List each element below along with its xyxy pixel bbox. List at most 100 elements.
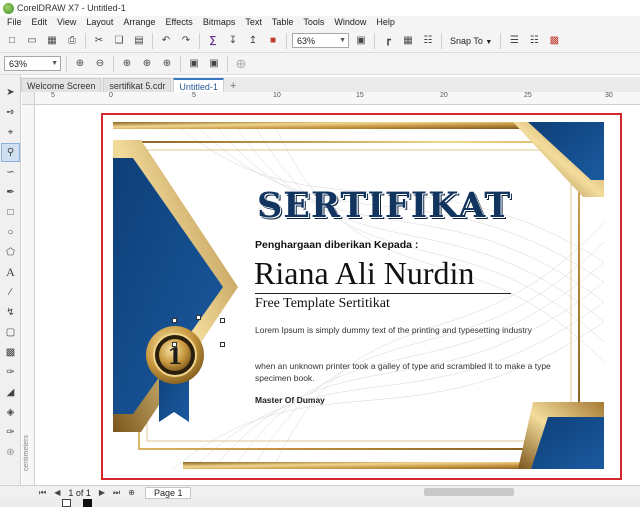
- previous-page-icon[interactable]: ◀: [50, 488, 64, 497]
- template-subtitle[interactable]: Free Template Sertitikat: [255, 296, 390, 312]
- print-icon[interactable]: ⎙: [63, 32, 81, 50]
- artistic-media-icon[interactable]: ✒: [1, 183, 20, 202]
- search-content-icon[interactable]: ∑: [204, 32, 222, 50]
- menu-effects[interactable]: Effects: [160, 16, 197, 29]
- show-grid-icon[interactable]: ▦: [399, 32, 417, 50]
- certificate[interactable]: 1 SERTIFIKAT Penghargaan diberikan Kepad…: [113, 122, 604, 469]
- smart-fill-icon[interactable]: ◈: [1, 403, 20, 422]
- certificate-subtitle[interactable]: Penghargaan diberikan Kepada :: [255, 239, 418, 251]
- menu-tools[interactable]: Tools: [298, 16, 329, 29]
- tab-untitled-1[interactable]: Untitled-1: [173, 78, 224, 92]
- signer-name[interactable]: Master Of Dumay: [255, 395, 325, 405]
- page-1-tab[interactable]: Page 1: [144, 486, 192, 499]
- tab-welcome-screen[interactable]: Welcome Screen: [21, 78, 102, 92]
- zoom-to-height-icon[interactable]: ▣: [205, 55, 223, 73]
- freehand-icon[interactable]: ∽: [1, 163, 20, 182]
- first-page-icon[interactable]: ⏮: [35, 488, 50, 498]
- menu-edit[interactable]: Edit: [27, 16, 53, 29]
- toolbar-separator: [374, 32, 375, 49]
- zoom-levels-combo[interactable]: 63% ▼: [292, 33, 349, 48]
- zoom-combo[interactable]: 63% ▼: [4, 56, 61, 71]
- menu-file[interactable]: File: [2, 16, 27, 29]
- menu-text[interactable]: Text: [240, 16, 267, 29]
- new-document-icon[interactable]: □: [3, 32, 21, 50]
- menu-layout[interactable]: Layout: [81, 16, 118, 29]
- fill-color-swatch[interactable]: [62, 499, 71, 507]
- add-tool-icon[interactable]: ⊕: [1, 443, 20, 462]
- standard-toolbar: □ ▭ ▦ ⎙ ✂ ❏ ▤ ↶ ↷ ∑ ↧ ↥ ■ 63% ▼ ▣ ┏ ▦ ☷ …: [0, 29, 640, 53]
- export-icon[interactable]: ↥: [244, 32, 262, 50]
- selection-handle[interactable]: [220, 318, 225, 323]
- publish-pdf-icon[interactable]: ■: [264, 32, 282, 50]
- welcome-screen-icon[interactable]: ▩: [545, 32, 563, 50]
- menu-table[interactable]: Table: [267, 16, 299, 29]
- menu-help[interactable]: Help: [371, 16, 400, 29]
- drawing-canvas[interactable]: 1 SERTIFIKAT Penghargaan diberikan Kepad…: [35, 105, 640, 485]
- show-rulers-icon[interactable]: ┏: [379, 32, 397, 50]
- zoom-to-selected-icon[interactable]: ⊕: [118, 55, 136, 73]
- connector-icon[interactable]: ↯: [1, 303, 20, 322]
- drop-shadow-icon[interactable]: ▢: [1, 323, 20, 342]
- vertical-ruler[interactable]: centimeters: [22, 105, 35, 490]
- selection-handle[interactable]: [172, 342, 177, 347]
- text-icon[interactable]: A: [1, 263, 20, 282]
- polygon-icon[interactable]: ⬠: [1, 243, 20, 262]
- zoom-in-icon[interactable]: ⊕: [71, 55, 89, 73]
- full-screen-preview-icon[interactable]: ▣: [352, 32, 370, 50]
- transparency-icon[interactable]: ▩: [1, 343, 20, 362]
- horizontal-scrollbar-thumb[interactable]: [424, 488, 514, 496]
- show-guidelines-icon[interactable]: ☷: [419, 32, 437, 50]
- horizontal-ruler[interactable]: 5 0 5 10 15 20 25 30: [35, 92, 640, 105]
- next-page-icon[interactable]: ▶: [95, 488, 109, 497]
- outline-pen-icon[interactable]: ✑: [1, 423, 20, 442]
- application-launcher-icon[interactable]: ☷: [525, 32, 543, 50]
- menu-window[interactable]: Window: [329, 16, 371, 29]
- rectangle-icon[interactable]: □: [1, 203, 20, 222]
- color-eyedropper-icon[interactable]: ✑: [1, 363, 20, 382]
- pick-icon[interactable]: ➤: [1, 83, 20, 102]
- outline-color-swatch[interactable]: [83, 499, 92, 507]
- undo-icon[interactable]: ↶: [157, 32, 175, 50]
- add-icon[interactable]: ⊕: [232, 55, 250, 73]
- last-page-icon[interactable]: ⏭: [109, 488, 124, 498]
- add-page-icon[interactable]: ⊕: [124, 488, 139, 497]
- cut-icon[interactable]: ✂: [90, 32, 108, 50]
- toolbar-separator: [152, 32, 153, 49]
- ruler-origin[interactable]: [22, 92, 35, 105]
- snap-to-button[interactable]: Snap To ▼: [447, 36, 495, 46]
- menu-view[interactable]: View: [52, 16, 81, 29]
- ellipse-icon[interactable]: ○: [1, 223, 20, 242]
- page-count: 1 of 1: [68, 487, 91, 498]
- zoom-to-width-icon[interactable]: ▣: [185, 55, 203, 73]
- copy-icon[interactable]: ❏: [110, 32, 128, 50]
- options-icon[interactable]: ☰: [505, 32, 523, 50]
- selection-handle[interactable]: [172, 318, 177, 323]
- redo-icon[interactable]: ↷: [177, 32, 195, 50]
- tab-sertifikat-5[interactable]: sertifikat 5.cdr: [103, 78, 172, 92]
- title-bar: CorelDRAW X7 - Untitled-1: [0, 0, 640, 16]
- zoom-to-all-objects-icon[interactable]: ⊕: [138, 55, 156, 73]
- certificate-heading[interactable]: SERTIFIKAT: [257, 185, 517, 226]
- zoom-out-icon[interactable]: ⊖: [91, 55, 109, 73]
- menu-bitmaps[interactable]: Bitmaps: [198, 16, 241, 29]
- add-tab-button[interactable]: +: [226, 80, 240, 92]
- selection-handle[interactable]: [196, 315, 201, 320]
- shape-icon[interactable]: ➺: [1, 103, 20, 122]
- crop-icon[interactable]: ⌖: [1, 123, 20, 142]
- zoom-to-page-icon[interactable]: ⊕: [158, 55, 176, 73]
- chevron-down-icon: ▼: [485, 38, 493, 46]
- body-paragraph-2[interactable]: when an unknown printer took a galley of…: [255, 360, 555, 384]
- recipient-name[interactable]: Riana Ali Nurdin: [254, 255, 474, 292]
- zoom-icon[interactable]: ⚲: [1, 143, 20, 162]
- menu-bar: File Edit View Layout Arrange Effects Bi…: [0, 16, 640, 29]
- open-icon[interactable]: ▭: [23, 32, 41, 50]
- menu-arrange[interactable]: Arrange: [118, 16, 160, 29]
- body-paragraph-1[interactable]: Lorem Ipsum is simply dummy text of the …: [255, 324, 555, 336]
- paste-icon[interactable]: ▤: [130, 32, 148, 50]
- toolbar-separator: [180, 55, 181, 72]
- import-icon[interactable]: ↧: [224, 32, 242, 50]
- interactive-fill-icon[interactable]: ◢: [1, 383, 20, 402]
- parallel-dimension-icon[interactable]: ∕: [1, 283, 20, 302]
- selection-handle[interactable]: [220, 342, 225, 347]
- save-icon[interactable]: ▦: [43, 32, 61, 50]
